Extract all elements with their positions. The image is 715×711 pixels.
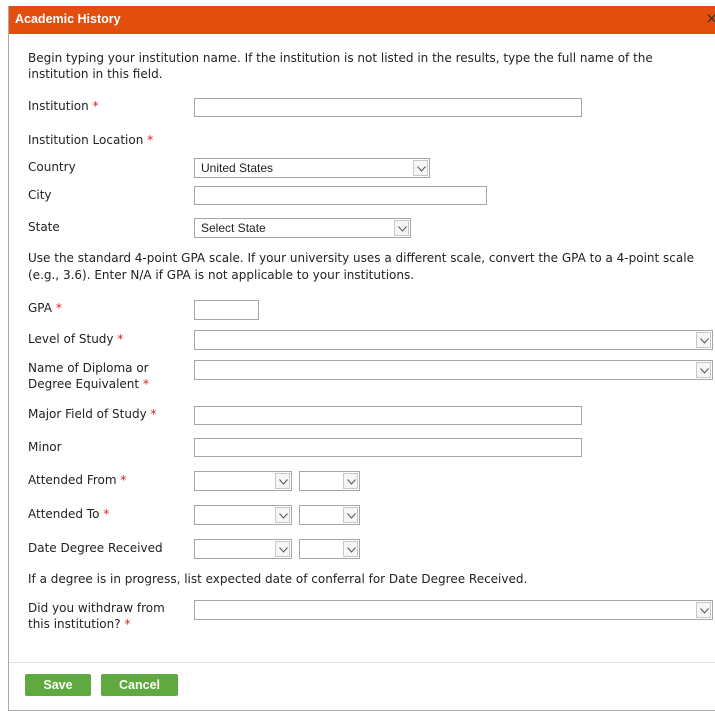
required-mark: *: [120, 473, 127, 487]
required-mark: *: [55, 301, 62, 315]
chevron-down-icon: [275, 541, 290, 557]
required-mark: *: [150, 407, 157, 421]
footer-divider: [9, 662, 715, 663]
institution-location-label: Institution Location *: [28, 133, 154, 147]
academic-history-dialog: Academic History × Begin typing your ins…: [8, 6, 715, 711]
gpa-instructions-line2: (e.g., 3.6). Enter N/A if GPA is not app…: [28, 268, 415, 282]
city-input[interactable]: [194, 186, 487, 205]
chevron-down-icon: [696, 332, 711, 348]
diploma-label-line2: Degree Equivalent *: [28, 377, 149, 391]
institution-label: Institution *: [28, 99, 99, 113]
cancel-button[interactable]: Cancel: [101, 674, 178, 696]
gpa-instructions-line1: Use the standard 4-point GPA scale. If y…: [28, 251, 694, 265]
required-mark: *: [117, 332, 124, 346]
degree-in-progress-note: If a degree is in progress, list expecte…: [28, 572, 528, 586]
required-mark: *: [103, 507, 110, 521]
minor-label: Minor: [28, 440, 62, 454]
attended-from-month-select[interactable]: [194, 471, 292, 491]
chevron-down-icon: [394, 220, 409, 236]
chevron-down-icon: [343, 473, 358, 489]
degree-month-select[interactable]: [194, 539, 292, 559]
level-of-study-select[interactable]: [194, 330, 713, 350]
attended-from-year-select[interactable]: [299, 471, 360, 491]
chevron-down-icon: [413, 160, 428, 176]
gpa-label: GPA *: [28, 301, 62, 315]
withdraw-label-line2: this institution? *: [28, 617, 131, 631]
institution-input[interactable]: [194, 98, 582, 117]
dialog-title: Academic History: [15, 12, 121, 26]
level-of-study-label: Level of Study *: [28, 332, 124, 346]
institution-instructions-line1: Begin typing your institution name. If t…: [28, 51, 653, 65]
country-select[interactable]: United States: [194, 158, 430, 178]
chevron-down-icon: [343, 541, 358, 557]
gpa-input[interactable]: [194, 300, 259, 320]
institution-instructions-line2: institution in this field.: [28, 67, 163, 81]
chevron-down-icon: [343, 507, 358, 523]
required-mark: *: [92, 99, 99, 113]
country-label: Country: [28, 160, 76, 174]
state-value: Select State: [201, 221, 266, 235]
attended-from-label: Attended From *: [28, 473, 127, 487]
required-mark: *: [124, 617, 131, 631]
save-button[interactable]: Save: [25, 674, 91, 696]
state-label: State: [28, 220, 60, 234]
diploma-select[interactable]: [194, 360, 713, 380]
minor-input[interactable]: [194, 438, 582, 457]
chevron-down-icon: [275, 473, 290, 489]
date-degree-received-label: Date Degree Received: [28, 541, 163, 555]
city-label: City: [28, 188, 52, 202]
dialog-titlebar: Academic History ×: [9, 6, 715, 34]
attended-to-month-select[interactable]: [194, 505, 292, 525]
chevron-down-icon: [696, 602, 711, 618]
close-icon[interactable]: ×: [705, 9, 715, 27]
required-mark: *: [147, 133, 154, 147]
attended-to-year-select[interactable]: [299, 505, 360, 525]
chevron-down-icon: [275, 507, 290, 523]
major-input[interactable]: [194, 406, 582, 425]
diploma-label-line1: Name of Diploma or: [28, 361, 149, 375]
required-mark: *: [142, 377, 149, 391]
withdraw-label-line1: Did you withdraw from: [28, 601, 165, 615]
major-label: Major Field of Study *: [28, 407, 157, 421]
degree-year-select[interactable]: [299, 539, 360, 559]
withdraw-select[interactable]: [194, 600, 713, 620]
attended-to-label: Attended To *: [28, 507, 110, 521]
state-select[interactable]: Select State: [194, 218, 411, 238]
country-value: United States: [201, 161, 274, 175]
chevron-down-icon: [696, 362, 711, 378]
